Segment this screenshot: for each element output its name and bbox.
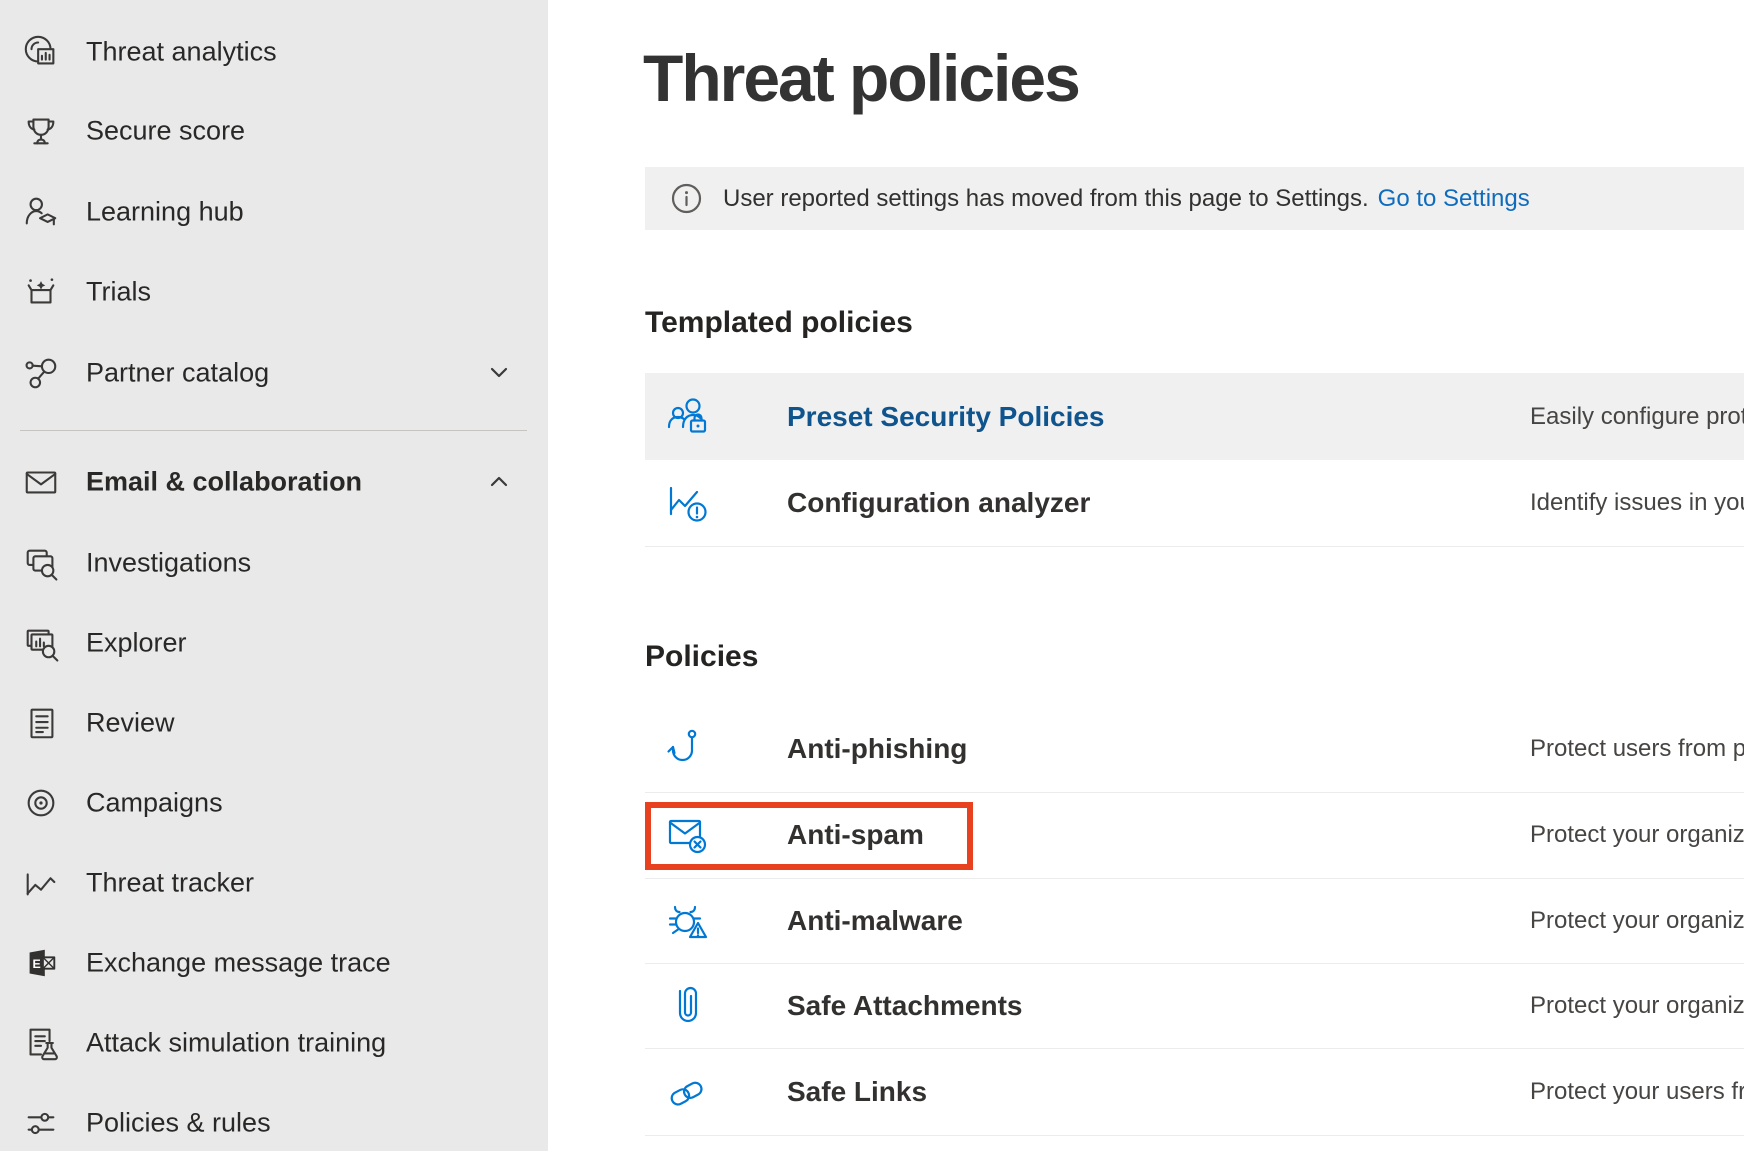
row-label: Anti-phishing [787, 733, 967, 765]
row-anti-malware[interactable]: Anti-malware Protect your organiz [645, 878, 1744, 963]
policies-heading: Policies [645, 640, 758, 674]
preset-security-policies-link[interactable]: Preset Security Policies [787, 401, 1105, 433]
sidebar-item-investigations[interactable]: Investigations [0, 523, 548, 603]
sidebar-item-learning-hub[interactable]: Learning hub [0, 172, 548, 252]
sidebar-item-threat-analytics[interactable]: Threat analytics [0, 12, 548, 92]
sidebar-item-review[interactable]: Review [0, 683, 548, 763]
sidebar-item-label: Investigations [86, 548, 251, 579]
sidebar-item-exchange-message-trace[interactable]: E Exchange message trace [0, 923, 548, 1003]
trials-icon [21, 272, 61, 312]
row-label: Safe Attachments [787, 990, 1022, 1022]
partner-catalog-icon [21, 353, 61, 393]
sliders-icon [21, 1103, 61, 1143]
row-description: Protect your organiz [1530, 992, 1744, 1020]
anti-malware-icon [664, 897, 712, 945]
row-divider [645, 1135, 1744, 1136]
row-description: Protect your organiz [1530, 907, 1744, 935]
sidebar-item-label: Explorer [86, 628, 187, 659]
page-title: Threat policies [643, 40, 1079, 116]
banner-message: User reported settings has moved from th… [723, 185, 1369, 213]
info-icon [671, 183, 702, 214]
threat-analytics-icon [21, 32, 61, 72]
sidebar-item-campaigns[interactable]: Campaigns [0, 763, 548, 843]
sidebar-item-label: Campaigns [86, 788, 223, 819]
sidebar-item-label: Exchange message trace [86, 948, 391, 979]
sidebar-item-label: Secure score [86, 116, 245, 147]
row-label: Safe Links [787, 1076, 927, 1108]
row-safe-links[interactable]: Safe Links Protect your users fr [645, 1048, 1744, 1135]
preset-security-policies-icon [664, 393, 712, 441]
sidebar-item-attack-simulation-training[interactable]: Attack simulation training [0, 1003, 548, 1083]
learning-hub-icon [21, 192, 61, 232]
row-description: Protect users from p [1530, 735, 1744, 763]
threat-policies-page: Threat analytics Secure score [0, 0, 1744, 1151]
sidebar-item-label: Partner catalog [86, 358, 269, 389]
sidebar-item-label: Learning hub [86, 197, 244, 228]
row-preset-security-policies[interactable]: Preset Security Policies Easily configur… [645, 373, 1744, 460]
explorer-icon [21, 623, 61, 663]
email-icon [21, 462, 61, 502]
sidebar-item-label: Review [86, 708, 175, 739]
sidebar-item-label: Threat analytics [86, 37, 277, 68]
row-divider [645, 546, 1744, 547]
row-description: Protect your organiz [1530, 821, 1744, 849]
sidebar-item-label: Trials [86, 277, 151, 308]
anti-phishing-icon [664, 725, 712, 773]
safe-attachments-icon [664, 982, 712, 1030]
sidebar: Threat analytics Secure score [0, 0, 548, 1151]
sidebar-item-threat-tracker[interactable]: Threat tracker [0, 843, 548, 923]
sidebar-item-label: Policies & rules [86, 1108, 271, 1139]
configuration-analyzer-icon [664, 479, 712, 527]
row-label: Anti-spam [787, 819, 924, 851]
templated-policies-heading: Templated policies [645, 306, 913, 340]
attack-simulation-icon [21, 1023, 61, 1063]
chevron-down-icon[interactable] [482, 356, 516, 390]
trophy-icon [21, 111, 61, 151]
threat-tracker-icon [21, 863, 61, 903]
sidebar-section-email-collaboration[interactable]: Email & collaboration [0, 442, 548, 522]
sidebar-item-label: Threat tracker [86, 868, 254, 899]
row-description: Identify issues in you [1530, 489, 1744, 517]
sidebar-item-trials[interactable]: Trials [0, 252, 548, 332]
safe-links-icon [664, 1068, 712, 1116]
row-anti-spam[interactable]: Anti-spam Protect your organiz [645, 792, 1744, 878]
exchange-icon: E [21, 943, 61, 983]
svg-text:E: E [32, 957, 40, 971]
sidebar-divider [20, 430, 527, 431]
row-anti-phishing[interactable]: Anti-phishing Protect users from p [645, 706, 1744, 792]
chevron-up-icon[interactable] [482, 465, 516, 499]
sidebar-item-label: Attack simulation training [86, 1028, 386, 1059]
row-label: Anti-malware [787, 905, 963, 937]
review-icon [21, 703, 61, 743]
sidebar-item-policies-rules[interactable]: Policies & rules [0, 1083, 548, 1163]
investigations-icon [21, 543, 61, 583]
sidebar-item-secure-score[interactable]: Secure score [0, 91, 548, 171]
sidebar-item-partner-catalog[interactable]: Partner catalog [0, 333, 548, 413]
row-description: Easily configure prot [1530, 403, 1744, 431]
sidebar-item-explorer[interactable]: Explorer [0, 603, 548, 683]
row-description: Protect your users fr [1530, 1078, 1744, 1106]
main-content: Threat policies User reported settings h… [548, 0, 1744, 1151]
sidebar-section-label: Email & collaboration [86, 467, 362, 498]
row-safe-attachments[interactable]: Safe Attachments Protect your organiz [645, 963, 1744, 1048]
campaigns-icon [21, 783, 61, 823]
row-configuration-analyzer[interactable]: Configuration analyzer Identify issues i… [645, 460, 1744, 546]
info-banner: User reported settings has moved from th… [645, 167, 1744, 230]
go-to-settings-link[interactable]: Go to Settings [1378, 185, 1530, 213]
row-label: Configuration analyzer [787, 487, 1090, 519]
anti-spam-icon [664, 811, 712, 859]
